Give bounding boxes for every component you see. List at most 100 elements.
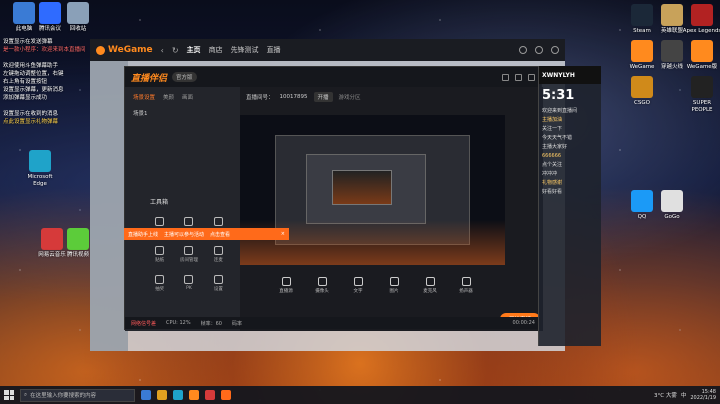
tab-picture[interactable]: 画面: [182, 93, 193, 101]
live-assistant-window: 直播伴侣 官方版 场景设置 美颜 画面 场景1 工具箱 礼物弹幕截图贴纸房间管理…: [124, 66, 543, 331]
desktop-icon-right-7[interactable]: SUPER PEOPLE: [682, 76, 720, 114]
desktop-icon-left-3[interactable]: Microsoft Edge: [20, 150, 60, 188]
cf-icon: [661, 40, 683, 62]
note-line: 右上角有设置按钮: [3, 79, 48, 85]
desktop-icon-label: SUPER PEOPLE: [691, 100, 713, 113]
source-tool-icon: [389, 277, 399, 286]
source-tool[interactable]: 文字: [347, 277, 369, 294]
close-icon[interactable]: [528, 73, 535, 81]
maximize-icon[interactable]: [515, 73, 522, 81]
wegame-icon: [631, 40, 653, 62]
source-tool[interactable]: 扬声器: [455, 277, 477, 294]
taskview-icon[interactable]: [141, 390, 151, 400]
wegame-sidebar: [90, 61, 128, 351]
desktop-icon-label: 回收站: [69, 26, 87, 32]
explorer-icon[interactable]: [157, 390, 167, 400]
source-tool[interactable]: 麦克风: [419, 277, 441, 294]
taskbar-search[interactable]: ⌕ 在这里输入你要搜索的内容: [20, 388, 135, 402]
source-toolbar: 直播源 摄像头 文字 图片 麦克风 扬声器: [275, 277, 477, 294]
chat-message: 关注一下: [542, 126, 563, 132]
qq-icon: [631, 190, 653, 212]
app-main-panel: 直播间号： 10017895 开播 游戏分区 直播源 摄像头 文字 图片 麦克风 扬声器 …: [240, 87, 543, 331]
edge-icon: [29, 150, 51, 172]
tab-home[interactable]: 主页: [187, 45, 201, 55]
close-icon[interactable]: ×: [281, 231, 285, 237]
tool-icon: [184, 217, 194, 226]
ime-language[interactable]: 中: [681, 391, 687, 399]
source-tool[interactable]: 摄像头: [311, 277, 333, 294]
app-titlebar: 直播伴侣 官方版: [125, 67, 541, 87]
tool-icon: [213, 275, 223, 284]
back-arrow-icon[interactable]: ‹: [161, 46, 164, 55]
chat-message: 好看好看: [542, 189, 563, 195]
apex-icon: [691, 4, 713, 26]
live-preview[interactable]: [240, 115, 505, 265]
tab-store[interactable]: 商店: [209, 45, 223, 55]
weather[interactable]: 3°C 大雾: [654, 391, 677, 399]
desktop-icon-label: WeGame版: [686, 64, 718, 70]
tool-icon: [155, 217, 165, 226]
wegame-icon[interactable]: [189, 390, 199, 400]
tab-test[interactable]: 先锋测试: [231, 45, 259, 55]
tab-live[interactable]: 直播: [267, 45, 281, 55]
wegame-icon: [691, 40, 713, 62]
desktop-icon-right-9[interactable]: GoGo: [652, 190, 692, 221]
tool-item[interactable]: 贴纸: [145, 246, 174, 263]
desktop-icon-right-2[interactable]: Apex Legends: [682, 4, 720, 35]
taskbar: ⌕ 在这里输入你要搜索的内容 3°C 大雾 中 15:48 2022/1/19: [0, 386, 720, 404]
app-status-strip: 网络信号差 CPU: 12% 帧率：60 码率 00:00:24: [125, 317, 541, 329]
note-line: 点此设置显示礼物弹幕: [3, 119, 59, 125]
room-category[interactable]: 游戏分区: [339, 93, 361, 101]
tool-item[interactable]: 连麦: [204, 246, 233, 263]
wegame-titlebar: WeGame ‹ ↻ 主页 商店 先锋测试 直播: [90, 39, 565, 61]
source-tool-icon: [317, 277, 327, 286]
chat-message: 主播加油: [542, 117, 563, 123]
desktop-icon-label: Apex Legends: [682, 28, 720, 34]
note-line: 左键拖动调整位置，右键: [3, 71, 64, 77]
tip-banner[interactable]: 直播助手上线 主播可以参与活动 点击查看 ×: [124, 228, 289, 240]
source-tool-icon: [353, 277, 363, 286]
chat-message-list: 欢迎来到直播间 主播加油 关注一下 今天天气不错 主播大家好 666666 点个关注 冲冲冲礼…: [539, 103, 601, 201]
desktop-icon-label: GoGo: [664, 214, 680, 220]
edge-icon[interactable]: [173, 390, 183, 400]
tool-item[interactable]: 设置: [204, 275, 233, 292]
scene-item[interactable]: 场景1: [125, 107, 240, 119]
minimize-icon[interactable]: [502, 73, 509, 81]
note-line: 是一款小程序：欢迎来到本直播间: [3, 47, 86, 53]
refresh-icon[interactable]: ↻: [172, 46, 179, 55]
source-tool[interactable]: 直播源: [275, 277, 297, 294]
desktop-icon-right-6[interactable]: CSGO: [622, 76, 662, 107]
super-people-icon: [691, 76, 713, 98]
chat-username: XWNYLYH: [539, 66, 601, 84]
app-logo: 直播伴侣: [131, 73, 168, 84]
tab-scene[interactable]: 场景设置: [133, 93, 155, 101]
wegame-logo[interactable]: WeGame: [96, 45, 153, 55]
steam-icon: [631, 4, 653, 26]
room-status-pill[interactable]: 开播: [313, 92, 333, 102]
desktop-icon-left-2[interactable]: 回收站: [58, 2, 98, 33]
clock[interactable]: 15:48 2022/1/19: [690, 389, 716, 401]
room-info-bar: 直播间号： 10017895 开播 游戏分区: [246, 92, 361, 102]
note-line: [3, 102, 98, 110]
live-assistant-icon[interactable]: [221, 390, 231, 400]
user-icon[interactable]: [519, 46, 527, 54]
message-icon[interactable]: [535, 46, 543, 54]
wegame-logo-icon: [96, 45, 105, 55]
app-left-panel: 场景设置 美颜 画面 场景1 工具箱 礼物弹幕截图贴纸房间管理连麦抽奖PK设置: [125, 87, 240, 331]
tool-item[interactable]: 房间管理: [174, 246, 203, 263]
chat-message: 666666: [542, 153, 562, 159]
danmaku-notes: 设置显示在发送弹幕 是一款小程序：欢迎来到本直播间 欢迎使用斗鱼弹幕助手 左键拖动调…: [3, 38, 98, 126]
source-tool[interactable]: 图片: [383, 277, 405, 294]
desktop-icon-right-5[interactable]: WeGame版: [682, 40, 720, 71]
tencent-video-icon: [67, 228, 89, 250]
tool-icon: [184, 246, 194, 255]
tool-item[interactable]: 抽奖: [145, 275, 174, 292]
windows-start-icon[interactable]: [4, 390, 14, 400]
chat-panel: XWNYLYH 5:31 欢迎来到直播间 主播加油 关注一下 今天天气不错 主播大家好 6…: [538, 66, 601, 346]
tab-beauty[interactable]: 美颜: [163, 93, 174, 101]
system-tray: 3°C 大雾 中 15:48 2022/1/19: [654, 389, 716, 401]
source-tool-icon: [461, 277, 471, 286]
tool-item[interactable]: PK: [174, 275, 203, 292]
settings-icon[interactable]: [551, 46, 559, 54]
netease-music-icon[interactable]: [205, 390, 215, 400]
